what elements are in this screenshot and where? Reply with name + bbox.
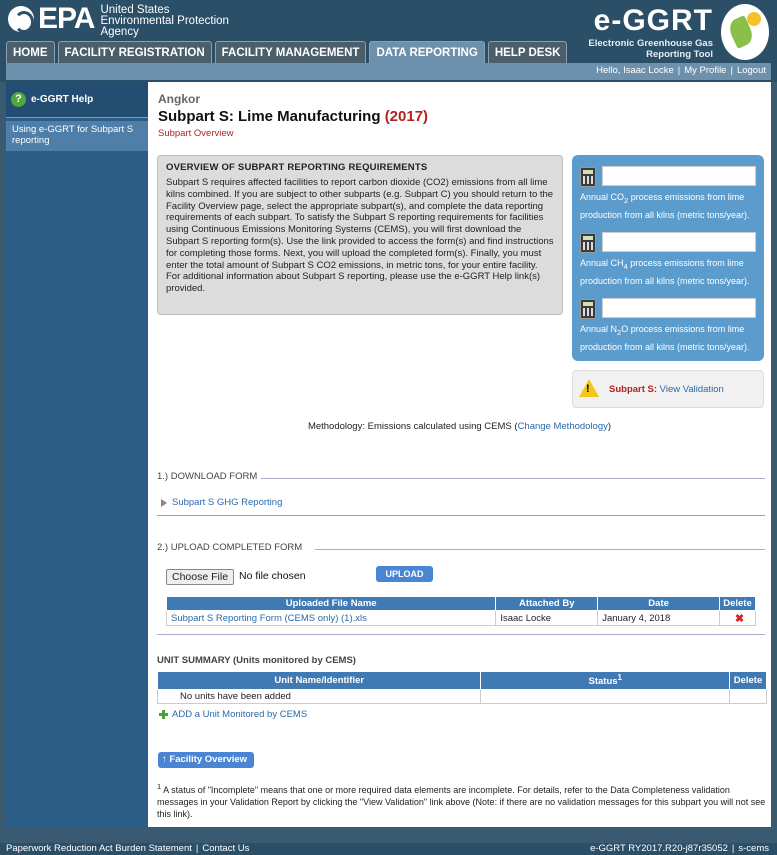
eggrt-logo[interactable]: e-GGRT Electronic Greenhouse Gas Reporti…: [587, 4, 777, 62]
contact-us-link[interactable]: Contact Us: [202, 843, 249, 854]
tab-facility-registration[interactable]: FACILITY REGISTRATION: [57, 41, 212, 63]
validation-box: Subpart S: View Validation: [572, 370, 764, 408]
column-header: Delete: [719, 596, 756, 611]
site-header: EPA United States Environmental Protecti…: [0, 0, 777, 82]
column-header: Date: [597, 596, 720, 611]
view-validation-link[interactable]: View Validation: [660, 384, 724, 395]
plus-icon: [159, 710, 168, 719]
tab-home[interactable]: HOME: [6, 41, 55, 63]
sidebar-help-header: ? e-GGRT Help: [6, 82, 148, 118]
n2o-emissions-row: Annual N2O process emissions from lime p…: [578, 293, 758, 359]
choose-file-button[interactable]: Choose File: [166, 569, 235, 585]
main-nav: HOME FACILITY REGISTRATION FACILITY MANA…: [6, 41, 568, 63]
upload-heading: 2.) UPLOAD COMPLETED FORM: [157, 542, 303, 553]
change-methodology-link[interactable]: Change Methodology: [518, 421, 608, 432]
server-text: s-cems: [738, 843, 769, 854]
column-header: Attached By: [495, 596, 599, 611]
add-unit-row: ADD a Unit Monitored by CEMS: [159, 709, 307, 720]
overview-panel: OVERVIEW OF SUBPART REPORTING REQUIREMEN…: [157, 155, 563, 315]
upload-date: January 4, 2018: [597, 610, 720, 626]
burden-statement-link[interactable]: Paperwork Reduction Act Burden Statement: [6, 843, 192, 854]
emissions-panel: Annual CO2 process emissions from lime p…: [572, 155, 764, 361]
overview-body: Subpart S requires affected facilities t…: [166, 177, 554, 295]
version-text: e-GGRT RY2017.R20-j87r35052: [590, 843, 728, 854]
download-row: Subpart S GHG Reporting: [157, 490, 765, 516]
epa-logo[interactable]: EPA United States Environmental Protecti…: [8, 4, 229, 38]
facility-name: Angkor: [158, 92, 200, 106]
co2-emissions-input[interactable]: [602, 166, 756, 186]
column-header: Uploaded File Name: [165, 596, 497, 611]
column-header: Delete: [729, 671, 767, 690]
co2-emissions-label: Annual CO2 process emissions from lime p…: [580, 192, 750, 220]
site-footer: Paperwork Reduction Act Burden Statement…: [0, 843, 777, 855]
column-header: Status1: [480, 671, 730, 690]
download-form-link[interactable]: Subpart S GHG Reporting: [172, 497, 282, 508]
warning-icon: [579, 379, 599, 399]
upload-button[interactable]: UPLOAD: [376, 566, 433, 582]
calculator-icon[interactable]: [580, 233, 596, 253]
empty-units-message: No units have been added: [156, 689, 482, 704]
methodology-line: Methodology: Emissions calculated using …: [307, 421, 612, 432]
triangle-right-icon: [161, 498, 167, 507]
epa-wordmark: EPA: [38, 2, 95, 35]
my-profile-link[interactable]: My Profile: [684, 65, 726, 76]
tab-data-reporting[interactable]: DATA REPORTING: [369, 41, 485, 63]
divider: [261, 478, 765, 479]
uploaded-files-table: Uploaded File Name Attached By Date Dele…: [165, 596, 756, 626]
n2o-emissions-input[interactable]: [602, 298, 756, 318]
column-header: Unit Name/Identifier: [156, 671, 482, 690]
page-subtitle: Subpart Overview: [158, 128, 234, 139]
download-heading: 1.) DOWNLOAD FORM: [157, 471, 258, 482]
facility-overview-button[interactable]: ↑ Facility Overview: [158, 752, 254, 768]
help-icon: ?: [11, 92, 26, 107]
attached-by: Isaac Locke: [495, 610, 599, 626]
user-bar: Hello, Isaac Locke | My Profile | Logout: [6, 63, 771, 80]
agency-name: United States Environmental Protection A…: [100, 4, 229, 38]
reporting-year: (2017): [384, 108, 429, 125]
no-file-text: No file chosen: [239, 570, 306, 582]
tab-help-desk[interactable]: HELP DESK: [487, 41, 568, 63]
eggrt-leaf-icon: [721, 4, 769, 60]
arrow-up-icon: ↑: [162, 754, 167, 765]
ch4-emissions-input[interactable]: [602, 232, 756, 252]
overview-heading: OVERVIEW OF SUBPART REPORTING REQUIREMEN…: [166, 162, 428, 173]
calculator-icon[interactable]: [580, 299, 596, 319]
table-row: Subpart S Reporting Form (CEMS only) (1)…: [165, 610, 756, 626]
sidebar-help-link[interactable]: Using e-GGRT for Subpart S reporting: [6, 121, 148, 151]
eggrt-subtitle: Electronic Greenhouse Gas Reporting Tool: [588, 38, 713, 60]
page-title: Subpart S: Lime Manufacturing (2017): [158, 108, 429, 125]
calculator-icon[interactable]: [580, 167, 596, 187]
unit-summary-table: Unit Name/Identifier Status1 Delete No u…: [156, 671, 767, 704]
divider: [315, 549, 765, 550]
footnote: 1 A status of "Incomplete" means that on…: [157, 782, 766, 819]
add-unit-link[interactable]: ADD a Unit Monitored by CEMS: [172, 709, 307, 720]
table-row: No units have been added: [156, 689, 767, 704]
divider: [157, 634, 765, 635]
n2o-emissions-label: Annual N2O process emissions from lime p…: [580, 324, 750, 352]
eggrt-title: e-GGRT: [593, 4, 713, 37]
epa-globe-icon: [8, 6, 34, 33]
main-content: Angkor Subpart S: Lime Manufacturing (20…: [148, 82, 771, 827]
unit-summary-heading: UNIT SUMMARY (Units monitored by CEMS): [157, 655, 356, 666]
user-greeting: Hello, Isaac Locke: [596, 65, 674, 76]
tab-facility-management[interactable]: FACILITY MANAGEMENT: [214, 41, 367, 63]
ch4-emissions-label: Annual CH4 process emissions from lime p…: [580, 258, 750, 286]
ch4-emissions-row: Annual CH4 process emissions from lime p…: [578, 227, 758, 293]
logout-link[interactable]: Logout: [737, 65, 766, 76]
co2-emissions-row: Annual CO2 process emissions from lime p…: [578, 161, 758, 227]
uploaded-file-link[interactable]: Subpart S Reporting Form (CEMS only) (1)…: [171, 613, 367, 624]
sidebar: ? e-GGRT Help Using e-GGRT for Subpart S…: [6, 82, 148, 827]
delete-icon[interactable]: ✖: [719, 610, 756, 626]
